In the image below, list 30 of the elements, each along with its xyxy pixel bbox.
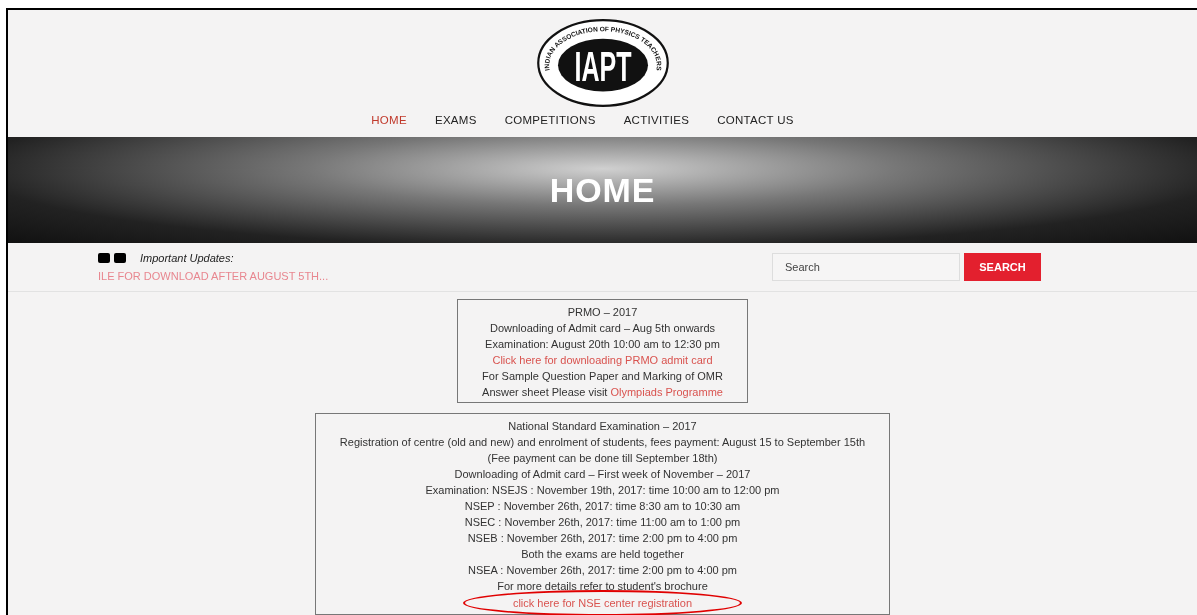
notice-text: Downloading of Admit card – Aug 5th onwards	[488, 321, 716, 336]
notice-text: For more details refer to student's brochure	[496, 579, 709, 594]
search-button[interactable]: SEARCH	[964, 253, 1041, 282]
notice-text: National Standard Examination – 2017	[507, 419, 698, 434]
notice-text: (Fee payment can be done till September 18th)	[486, 451, 719, 466]
nav-link[interactable]: HOME	[371, 112, 407, 130]
updates-label: Important Updates:	[140, 250, 234, 266]
notice-link[interactable]: click here for NSE center registration	[512, 595, 693, 611]
nav-link[interactable]: CONTACT US	[717, 112, 794, 130]
banner-title: HOME	[549, 169, 656, 211]
notice-link[interactable]: Olympiads Programme	[610, 386, 723, 398]
nav-link[interactable]: ACTIVITIES	[623, 112, 690, 130]
nav-link[interactable]: COMPETITIONS	[504, 112, 596, 130]
previous-icon[interactable]	[98, 252, 110, 263]
next-icon[interactable]	[114, 252, 126, 263]
notice-link[interactable]: Click here for downloading PRMO admit card	[492, 354, 713, 366]
notice-text: NSEP : November 26th, 2017: time 8:30 am to 10:30 am	[463, 499, 742, 514]
nav-link[interactable]: EXAMS	[434, 112, 477, 130]
notice-text: PRMO – 2017	[566, 305, 639, 320]
notice-text: NSEA : November 26th, 2017: time 2:00 pm to 4:00 pm	[466, 563, 738, 578]
notice-text: Examination: NSEJS : November 19th, 2017: time 10:00 am to 12:00 pm	[424, 483, 781, 498]
search-field[interactable]: Search	[772, 253, 960, 282]
notice-text: NSEB : November 26th, 2017: time 2:00 pm to 4:00 pm	[466, 531, 739, 546]
notice-text: Downloading of Admit card – First week of November – 2017	[453, 467, 752, 482]
notice-text: Registration of centre (old and new) and enrolment of students, fees payment: August 15 to September 15th	[339, 435, 866, 450]
notice-text: NSEC : November 26th, 2017: time 11:00 am to 1:00 pm	[463, 515, 742, 530]
notice-text: Both the exams are held together	[520, 547, 685, 562]
notice-text: For Sample Question Paper and Marking of OMR	[482, 369, 723, 384]
notice-text: Examination: August 20th 10:00 am to 12:30 pm	[484, 337, 721, 352]
notice-text: Answer sheet Please visit Olympiads Programme	[482, 385, 723, 400]
